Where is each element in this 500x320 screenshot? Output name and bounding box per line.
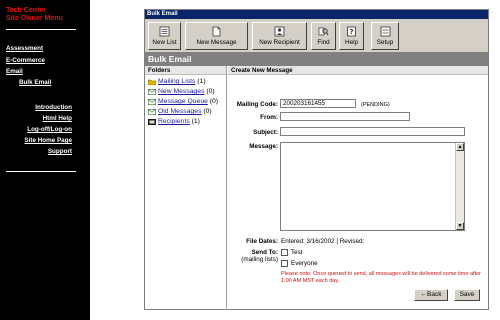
- folder-count-old-messages: (0): [203, 108, 212, 115]
- mailing-code-label: Mailing Code:: [236, 101, 278, 108]
- folder-count-mailing-lists: (1): [197, 78, 206, 85]
- find-icon: [318, 27, 329, 36]
- page-heading: Bulk Email: [145, 53, 488, 66]
- svg-text:?: ?: [349, 28, 353, 36]
- new-recipient-button[interactable]: New Recipient: [252, 22, 307, 50]
- nav-email[interactable]: Email: [6, 68, 23, 76]
- mailing-lists-icon: [148, 79, 156, 85]
- envelope-icon: [148, 109, 156, 115]
- sidebar-divider-top: [6, 29, 76, 30]
- help-label: Help: [345, 39, 358, 46]
- sidebar-divider-bottom: [6, 171, 76, 172]
- folder-old-messages: Old Messages (0): [145, 107, 226, 117]
- message-textarea[interactable]: ▲ ▼: [280, 142, 465, 231]
- folder-count-recipients: (1): [191, 118, 200, 125]
- mailing-code-field[interactable]: 200203161455: [280, 99, 356, 108]
- pending-status: (PENDING): [361, 102, 390, 108]
- recipients-icon: [148, 119, 156, 125]
- find-label: Find: [317, 39, 330, 46]
- envelope-icon: [148, 99, 156, 105]
- folder-message-queue: Message Queue (0): [145, 97, 226, 107]
- folder-count-new-messages: (0): [206, 88, 215, 95]
- find-button[interactable]: Find: [311, 22, 336, 50]
- folder-link-recipients[interactable]: Recipients: [158, 118, 190, 125]
- new-message-button[interactable]: New Message: [185, 22, 248, 50]
- subject-field[interactable]: [280, 127, 465, 136]
- folder-link-mailing-lists[interactable]: Mailing Lists: [158, 78, 195, 85]
- folders-header: Folders: [145, 66, 226, 75]
- delivery-note: Please note: Once queued to send, all me…: [281, 271, 481, 284]
- help-button[interactable]: ? Help: [339, 22, 364, 50]
- folder-new-messages: New Messages (0): [145, 87, 226, 97]
- envelope-icon: [148, 89, 156, 95]
- new-recipient-label: New Recipient: [259, 39, 300, 46]
- window-titlebar: Bulk Email: [145, 10, 488, 19]
- bulk-email-window: Bulk Email New List New Message New Reci…: [144, 9, 489, 310]
- file-dates-label: File Dates:: [246, 238, 278, 245]
- save-button[interactable]: Save: [454, 289, 480, 301]
- setup-button[interactable]: Setup: [371, 22, 399, 50]
- message-scrollbar[interactable]: ▲ ▼: [455, 143, 464, 230]
- create-message-panel: Create New Message Mailing Code: 2002031…: [228, 66, 488, 310]
- folder-link-old-messages[interactable]: Old Messages: [158, 108, 201, 115]
- list-icon: [159, 26, 170, 37]
- folder-recipients: Recipients (1): [145, 117, 226, 127]
- nav-logoff-logon[interactable]: Log-off/Log-on: [27, 126, 72, 134]
- back-button[interactable]: ←Back: [414, 289, 448, 301]
- toolbar: New List New Message New Recipient Find …: [145, 19, 488, 53]
- nav-ecommerce[interactable]: E-Commerce: [6, 57, 45, 65]
- nav-site-home-page[interactable]: Site Home Page: [24, 137, 72, 145]
- setup-icon: [380, 26, 390, 37]
- from-label: From:: [260, 114, 278, 121]
- nav-assessment[interactable]: Assessment: [6, 45, 43, 53]
- from-field[interactable]: [280, 112, 410, 121]
- file-dates-value: Entered: 3/16/2002 | Revised:: [281, 238, 365, 245]
- nav-html-help[interactable]: Html Help: [43, 115, 72, 123]
- sidebar: Tech Center Site Owner Menu Assessment E…: [0, 0, 90, 320]
- create-message-header: Create New Message: [228, 66, 488, 75]
- folder-link-message-queue[interactable]: Message Queue: [158, 98, 208, 105]
- send-to-label: Send To:: [251, 249, 278, 256]
- everyone-checkbox[interactable]: [281, 260, 288, 267]
- folder-count-message-queue: (0): [209, 98, 219, 105]
- new-message-label: New Message: [196, 39, 237, 46]
- message-label: Message:: [249, 143, 278, 150]
- sidebar-title-line2: Site Owner Menu: [6, 15, 63, 22]
- nav-support[interactable]: Support: [48, 148, 72, 156]
- test-checkbox-label: Test: [291, 249, 303, 256]
- folders-panel: Folders Mailing Lists (1) New Messages (…: [145, 66, 227, 310]
- scroll-up-icon[interactable]: ▲: [456, 143, 464, 151]
- folder-link-new-messages[interactable]: New Messages: [158, 88, 204, 95]
- help-icon: ?: [347, 26, 356, 37]
- recipient-icon: [274, 26, 285, 37]
- sidebar-title-line1: Tech Center: [6, 7, 46, 14]
- new-list-button[interactable]: New List: [148, 22, 181, 50]
- everyone-checkbox-label: Everyone: [291, 260, 318, 267]
- sidebar-title: Tech Center Site Owner Menu: [6, 7, 86, 23]
- folder-mailing-lists: Mailing Lists (1): [145, 77, 226, 87]
- subject-label: Subject:: [253, 129, 278, 136]
- new-list-label: New List: [152, 39, 177, 46]
- nav-introduction[interactable]: Introduction: [35, 104, 72, 112]
- new-message-icon: [212, 26, 221, 37]
- test-checkbox[interactable]: [281, 249, 288, 256]
- nav-bulk-email[interactable]: Bulk Email: [19, 79, 51, 87]
- scroll-down-icon[interactable]: ▼: [456, 222, 464, 230]
- send-to-sublabel: (mailing lists): [241, 256, 278, 263]
- setup-label: Setup: [376, 39, 394, 46]
